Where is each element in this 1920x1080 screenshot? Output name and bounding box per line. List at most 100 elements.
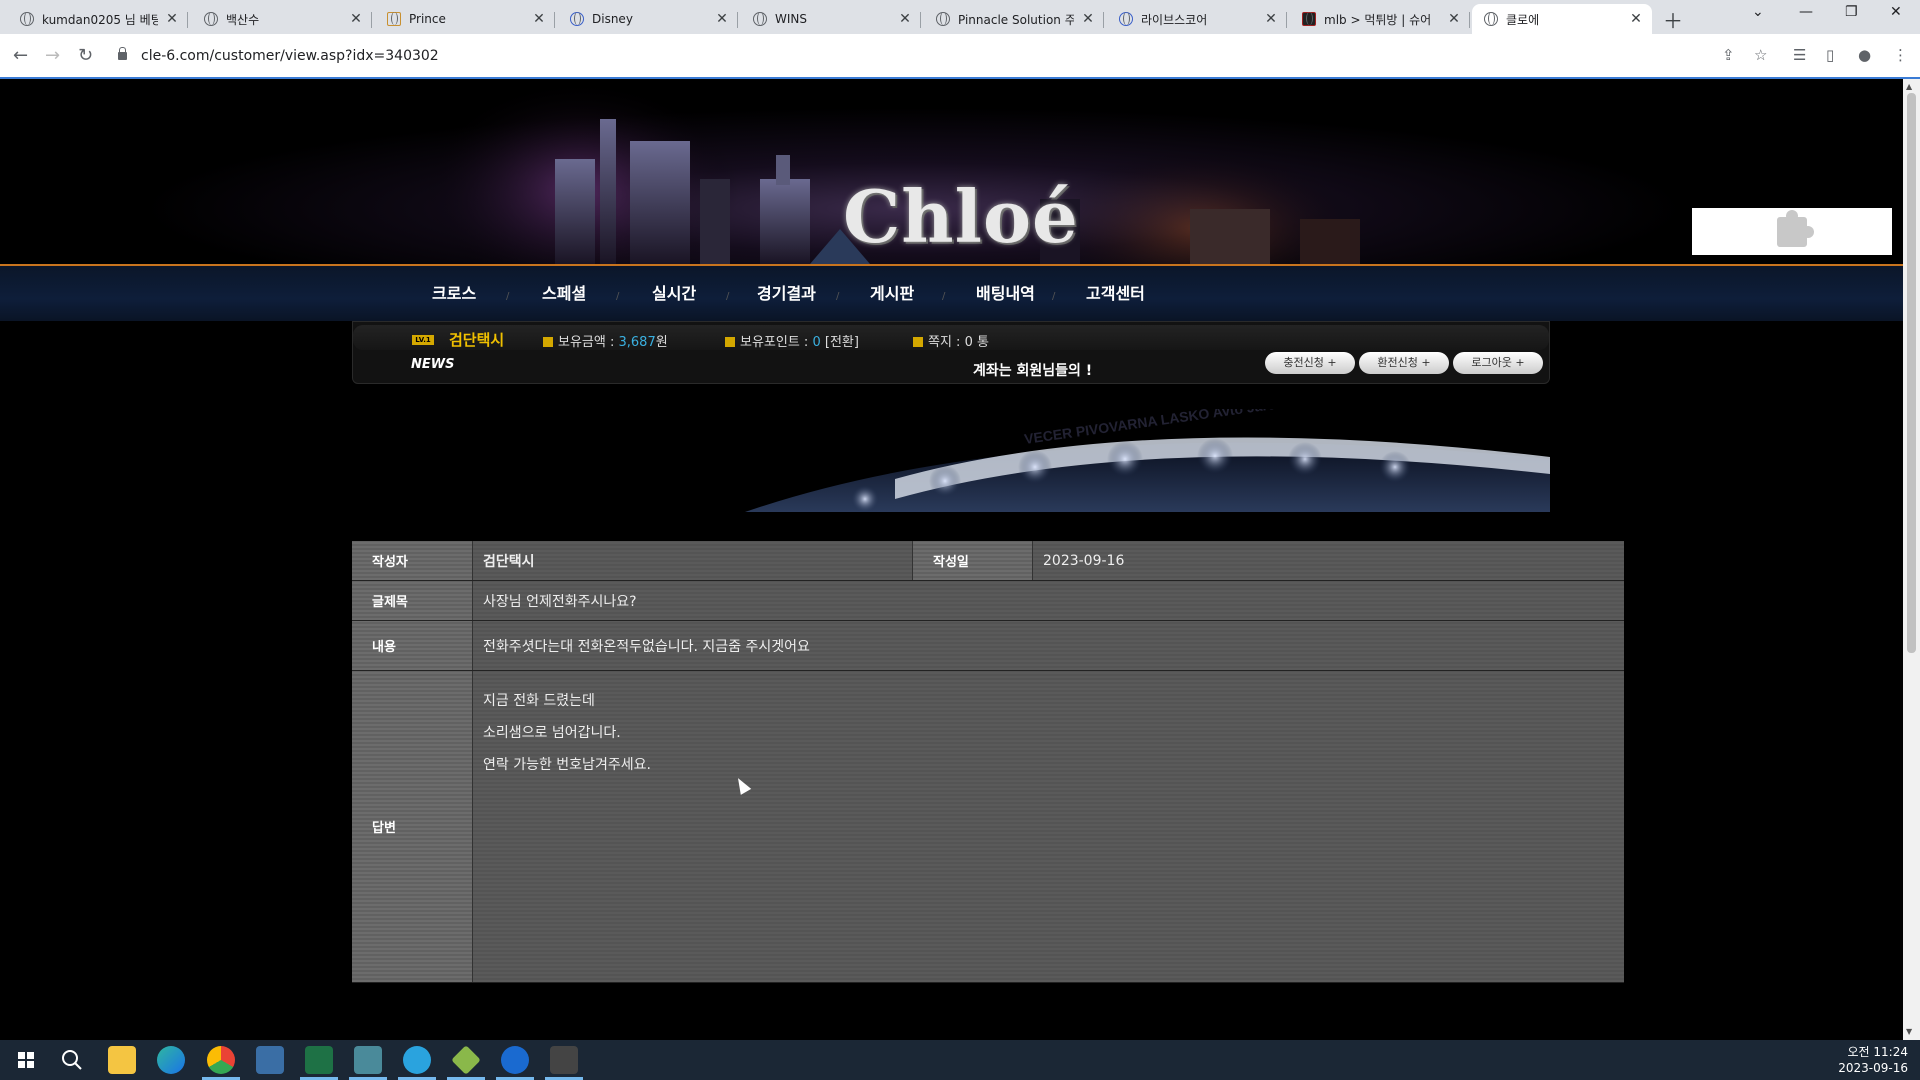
reading-list-icon[interactable]: ☰ [1793, 46, 1806, 64]
answer-row: 답변 지금 전화 드렸는데 소리샘으로 넘어갑니다. 연락 가능한 번호남겨주세… [352, 671, 1624, 983]
nav-special[interactable]: 스페셜 [542, 266, 586, 321]
site-header: Chloé [0, 79, 1903, 264]
browser-tab[interactable]: 백산수 ✕ [192, 4, 372, 34]
user-nickname: 검단택시 [449, 331, 505, 349]
main-nav: 크로스 / 스페셜 / 실시간 / 경기결과 / 게시판 / 배팅내역 / 고객… [0, 266, 1903, 321]
close-tab-icon[interactable]: ✕ [1080, 11, 1096, 27]
answer-line: 지금 전화 드렸는데 [483, 693, 595, 709]
globe-icon [1484, 12, 1498, 26]
app-es-icon[interactable] [354, 1046, 382, 1074]
telegram-icon[interactable] [403, 1046, 431, 1074]
close-tab-icon[interactable]: ✕ [1263, 11, 1279, 27]
meta-row: 작성자 검단택시 작성일 2023-09-16 [352, 541, 1624, 581]
browser-tab[interactable]: kumdan0205 님 베팅 ✕ [8, 4, 188, 34]
new-tab-button[interactable]: ＋ [1663, 5, 1683, 34]
subject-row: 글제목 사장님 언제전화주시나요? [352, 581, 1624, 621]
plugin-placeholder [1692, 208, 1892, 255]
livescore-icon [1119, 12, 1133, 26]
browser-tab[interactable]: 라이브스코어 ✕ [1107, 4, 1287, 34]
share-icon[interactable]: ⇪ [1722, 46, 1735, 64]
browser-tab[interactable]: Pinnacle Solution 주 ✕ [924, 4, 1104, 34]
bullet-icon [913, 337, 923, 347]
news-label: NEWS [411, 357, 455, 372]
browser-tab[interactable]: WINS ✕ [741, 4, 921, 34]
app-blue-icon[interactable] [501, 1046, 529, 1074]
nav-customer-center[interactable]: 고객센터 [1086, 266, 1145, 321]
nav-cross[interactable]: 크로스 [432, 266, 476, 321]
app-window-icon[interactable] [256, 1046, 284, 1074]
globe-icon [20, 12, 34, 26]
lock-icon [118, 47, 127, 60]
system-clock[interactable]: 오전 11:24 2023-09-16 [1838, 1044, 1908, 1076]
tab-title: WINS [775, 12, 807, 26]
nav-board[interactable]: 게시판 [870, 266, 914, 321]
forward-icon[interactable]: → [45, 45, 60, 66]
nav-bet-history[interactable]: 배팅내역 [976, 266, 1035, 321]
site-logo[interactable]: Chloé [843, 174, 1079, 259]
points-convert-link[interactable]: [전환] [825, 335, 859, 350]
page-scrollbar[interactable]: ▲ ▼ [1903, 79, 1920, 1040]
file-explorer-icon[interactable] [108, 1046, 136, 1074]
messages[interactable]: 쪽지 : 0 통 [913, 331, 989, 350]
tab-title: Pinnacle Solution 주 [958, 12, 1074, 27]
answer-line: 연락 가능한 번호남겨주세요. [483, 757, 651, 773]
deposit-button[interactable]: 충전신청 + [1265, 352, 1355, 374]
scrollbar-thumb[interactable] [1907, 93, 1916, 653]
close-tab-icon[interactable]: ✕ [1628, 11, 1644, 27]
withdraw-button[interactable]: 환전신청 + [1359, 352, 1449, 374]
close-tab-icon[interactable]: ✕ [164, 11, 180, 27]
balance: 보유금액 : 3,687원 [543, 331, 668, 350]
nav-live[interactable]: 실시간 [652, 266, 696, 321]
points: 보유포인트 : 0 [전환] [725, 331, 859, 350]
minimize-button[interactable]: — [1799, 4, 1813, 20]
excel-icon[interactable] [305, 1046, 333, 1074]
close-tab-icon[interactable]: ✕ [348, 11, 364, 27]
disney-icon [570, 12, 584, 26]
reload-icon[interactable]: ↻ [78, 45, 93, 66]
side-panel-icon[interactable]: ▯ [1826, 46, 1834, 64]
content-value: 전화주셧다는대 전화온적두없습니다. 지금줌 주시겟어요 [473, 621, 1624, 670]
browser-tab-active[interactable]: 클로에 ✕ [1472, 4, 1652, 34]
author-label: 작성자 [352, 541, 473, 580]
logout-button[interactable]: 로그아웃 + [1453, 352, 1543, 374]
content-row: 내용 전화주셧다는대 전화온적두없습니다. 지금줌 주시겟어요 [352, 621, 1624, 671]
url-text: cle-6.com/customer/view.asp?idx=340302 [141, 48, 439, 64]
date-value: 2023-09-16 [1033, 541, 1624, 580]
search-icon[interactable] [58, 1046, 86, 1074]
app-diamond-icon[interactable] [451, 1045, 481, 1075]
back-icon[interactable]: ← [13, 45, 28, 66]
tab-search-icon[interactable]: ⌄ [1752, 4, 1764, 20]
address-bar[interactable]: cle-6.com/customer/view.asp?idx=340302 [118, 44, 439, 68]
close-tab-icon[interactable]: ✕ [1446, 11, 1462, 27]
site-icon [1302, 12, 1316, 26]
windows-start-icon[interactable] [12, 1046, 40, 1074]
profile-icon[interactable]: ● [1858, 46, 1871, 64]
clock-time: 오전 11:24 [1847, 1045, 1908, 1059]
answer-value: 지금 전화 드렸는데 소리샘으로 넘어갑니다. 연락 가능한 번호남겨주세요. [473, 671, 1624, 982]
browser-tab[interactable]: Prince ✕ [375, 4, 555, 34]
menu-dots-icon[interactable]: ⋮ [1893, 46, 1908, 64]
tab-title: 라이브스코어 [1141, 12, 1208, 27]
browser-toolbar: ← → ↻ cle-6.com/customer/view.asp?idx=34… [0, 34, 1920, 78]
globe-icon [204, 12, 218, 26]
restore-button[interactable]: ❐ [1845, 4, 1858, 20]
close-window-button[interactable]: ✕ [1890, 4, 1902, 20]
close-tab-icon[interactable]: ✕ [714, 11, 730, 27]
close-tab-icon[interactable]: ✕ [531, 11, 547, 27]
app-tool-icon[interactable] [550, 1046, 578, 1074]
level-badge: LV.1 [412, 335, 434, 345]
tab-title: Prince [409, 12, 446, 26]
browser-tab[interactable]: mlb > 먹튀방 | 슈어 ✕ [1290, 4, 1470, 34]
subject-label: 글제목 [352, 581, 473, 620]
nav-results[interactable]: 경기결과 [757, 266, 816, 321]
stadium-banner-image: VECER PIVOVARNA LASKO Avto Jarc [745, 409, 1550, 512]
author-value: 검단택시 [473, 541, 913, 580]
close-tab-icon[interactable]: ✕ [897, 11, 913, 27]
browser-tab[interactable]: Disney ✕ [558, 4, 738, 34]
globe-icon [753, 12, 767, 26]
chrome-icon[interactable] [207, 1046, 235, 1074]
bookmark-star-icon[interactable]: ☆ [1754, 46, 1767, 64]
news-ticker: 계좌는 회원님들의 ! [973, 363, 1093, 379]
edge-icon[interactable] [157, 1046, 185, 1074]
tab-title: 클로에 [1506, 12, 1540, 27]
